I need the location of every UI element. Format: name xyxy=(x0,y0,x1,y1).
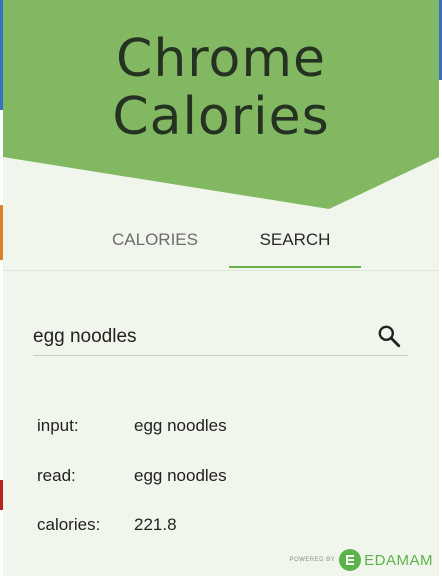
result-row-read: read: egg noodles xyxy=(37,466,417,490)
result-value-input: egg noodles xyxy=(134,416,227,435)
active-tab-indicator xyxy=(229,266,361,268)
result-value-read: egg noodles xyxy=(134,466,227,485)
app-title-line1: Chrome xyxy=(116,29,326,89)
result-row-calories: calories: 221.8 xyxy=(37,515,417,539)
result-label-read: read: xyxy=(37,466,76,485)
result-label-calories: calories: xyxy=(37,515,101,534)
edamam-brand-name: EDAMAM xyxy=(364,551,433,569)
app-title-line2: Calories xyxy=(112,87,330,147)
tabs-divider xyxy=(3,270,439,271)
search-icon[interactable] xyxy=(376,323,402,349)
tab-calories[interactable]: CALORIES xyxy=(85,218,225,270)
powered-by-label: POWERED BY xyxy=(289,557,336,563)
search-field xyxy=(33,318,408,356)
result-row-input: input: egg noodles xyxy=(37,416,417,440)
app-title: Chrome Calories xyxy=(3,30,439,146)
result-value-calories: 221.8 xyxy=(134,515,177,534)
powered-by-edamam[interactable]: POWERED BY EDAMAM xyxy=(289,547,433,573)
extension-popup: Chrome Calories CALORIES SEARCH input: e… xyxy=(3,0,439,576)
edamam-logo-icon xyxy=(339,549,362,571)
tab-search[interactable]: SEARCH xyxy=(229,218,361,270)
result-label-input: input: xyxy=(37,416,79,435)
tab-bar: CALORIES SEARCH xyxy=(3,218,439,270)
search-input[interactable] xyxy=(33,322,363,352)
